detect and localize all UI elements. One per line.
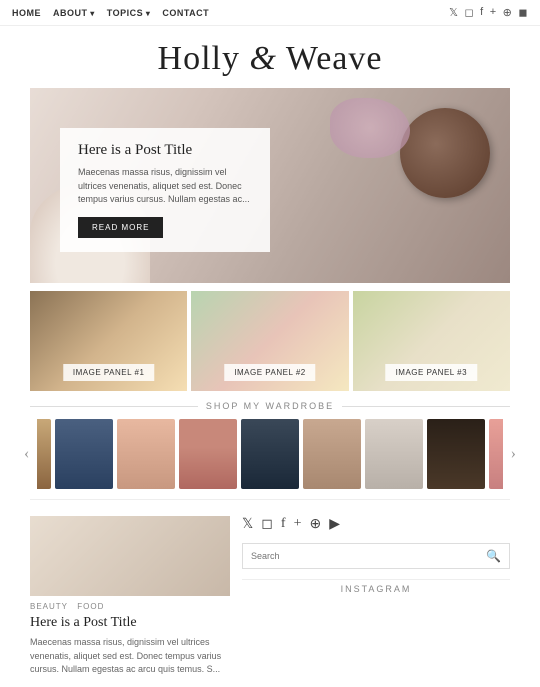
shop-item-6[interactable] (303, 419, 361, 489)
hero-excerpt: Maecenas massa risus, dignissim vel ultr… (78, 166, 252, 207)
post-thumbnail[interactable] (30, 516, 230, 596)
image-panel-1[interactable]: IMAGE PANEL #1 (30, 291, 187, 391)
nav-social-icons: 𝕏 ◻ f + ⊕ ◼ (449, 6, 528, 19)
shop-items-container: ‹ › (0, 419, 540, 489)
image-panel-3[interactable]: IMAGE PANEL #3 (353, 291, 510, 391)
category-food[interactable]: FOOD (77, 602, 104, 611)
facebook-icon[interactable]: f (480, 6, 484, 19)
hero-section: Here is a Post Title Maecenas massa risu… (30, 88, 510, 283)
panel-3-label: IMAGE PANEL #3 (386, 364, 477, 381)
sidebar-twitter-icon[interactable]: 𝕏 (242, 516, 253, 533)
shop-item-8[interactable] (427, 419, 485, 489)
shop-item-4[interactable] (179, 419, 237, 489)
site-header: Holly & Weave (0, 26, 540, 88)
sidebar-social-icons: 𝕏 ◻ f + ⊕ ▶ (242, 516, 510, 533)
shop-item-5[interactable] (241, 419, 299, 489)
sidebar-instagram-icon[interactable]: ◻ (261, 516, 273, 533)
nav-home[interactable]: HOME (12, 8, 41, 18)
shop-wardrobe-section: SHOP MY WARDROBE ‹ › (0, 401, 540, 489)
sidebar: 𝕏 ◻ f + ⊕ ▶ 🔍 INSTAGRAM (242, 516, 510, 677)
category-beauty[interactable]: BEAUTY (30, 602, 68, 611)
shop-item-1[interactable] (37, 419, 51, 489)
post-title[interactable]: Here is a Post Title (30, 615, 230, 631)
search-button[interactable]: 🔍 (478, 544, 509, 568)
search-bar[interactable]: 🔍 (242, 543, 510, 569)
image-panel-2[interactable]: IMAGE PANEL #2 (191, 291, 348, 391)
read-more-button[interactable]: READ MORE (78, 217, 163, 238)
nav-about[interactable]: ABOUT (53, 8, 95, 18)
post-categories: BEAUTY FOOD (30, 602, 230, 611)
hero-teacup-decoration (400, 108, 490, 198)
nav-topics[interactable]: TOPICS (107, 8, 151, 18)
panel-2-label: IMAGE PANEL #2 (224, 364, 315, 381)
shop-item-9[interactable] (489, 419, 503, 489)
shop-wardrobe-title: SHOP MY WARDROBE (0, 401, 540, 411)
image-panels: IMAGE PANEL #1 IMAGE PANEL #2 IMAGE PANE… (30, 291, 510, 391)
sidebar-facebook-icon[interactable]: f (281, 516, 286, 533)
instagram-icon[interactable]: ◻ (465, 6, 475, 19)
hero-post-title: Here is a Post Title (78, 142, 252, 159)
panel-1-label: IMAGE PANEL #1 (63, 364, 154, 381)
instagram-section-title: INSTAGRAM (242, 579, 510, 594)
shop-next-button[interactable]: › (507, 445, 520, 463)
shop-item-3[interactable] (117, 419, 175, 489)
pinterest-icon[interactable]: ⊕ (503, 6, 513, 19)
nav-links: HOME ABOUT TOPICS CONTACT (12, 8, 209, 18)
navigation: HOME ABOUT TOPICS CONTACT 𝕏 ◻ f + ⊕ ◼ (0, 0, 540, 26)
sidebar-youtube-icon[interactable]: ▶ (329, 516, 340, 533)
site-title: Holly & Weave (0, 40, 540, 78)
post-excerpt: Maecenas massa risus, dignissim vel ultr… (30, 636, 230, 677)
recent-post: BEAUTY FOOD Here is a Post Title Maecena… (30, 516, 230, 677)
bottom-section: BEAUTY FOOD Here is a Post Title Maecena… (0, 506, 540, 687)
nav-contact[interactable]: CONTACT (162, 8, 209, 18)
search-input[interactable] (243, 544, 478, 568)
plus-icon[interactable]: + (490, 6, 497, 19)
twitter-icon[interactable]: 𝕏 (449, 6, 458, 19)
hero-overlay: Here is a Post Title Maecenas massa risu… (60, 128, 270, 252)
divider (30, 499, 510, 500)
shop-item-2[interactable] (55, 419, 113, 489)
rss-icon[interactable]: ◼ (518, 6, 528, 19)
shop-items-list (37, 419, 502, 489)
shop-prev-button[interactable]: ‹ (20, 445, 33, 463)
sidebar-pinterest-icon[interactable]: ⊕ (309, 516, 321, 533)
shop-item-7[interactable] (365, 419, 423, 489)
sidebar-plus-icon[interactable]: + (294, 516, 302, 533)
